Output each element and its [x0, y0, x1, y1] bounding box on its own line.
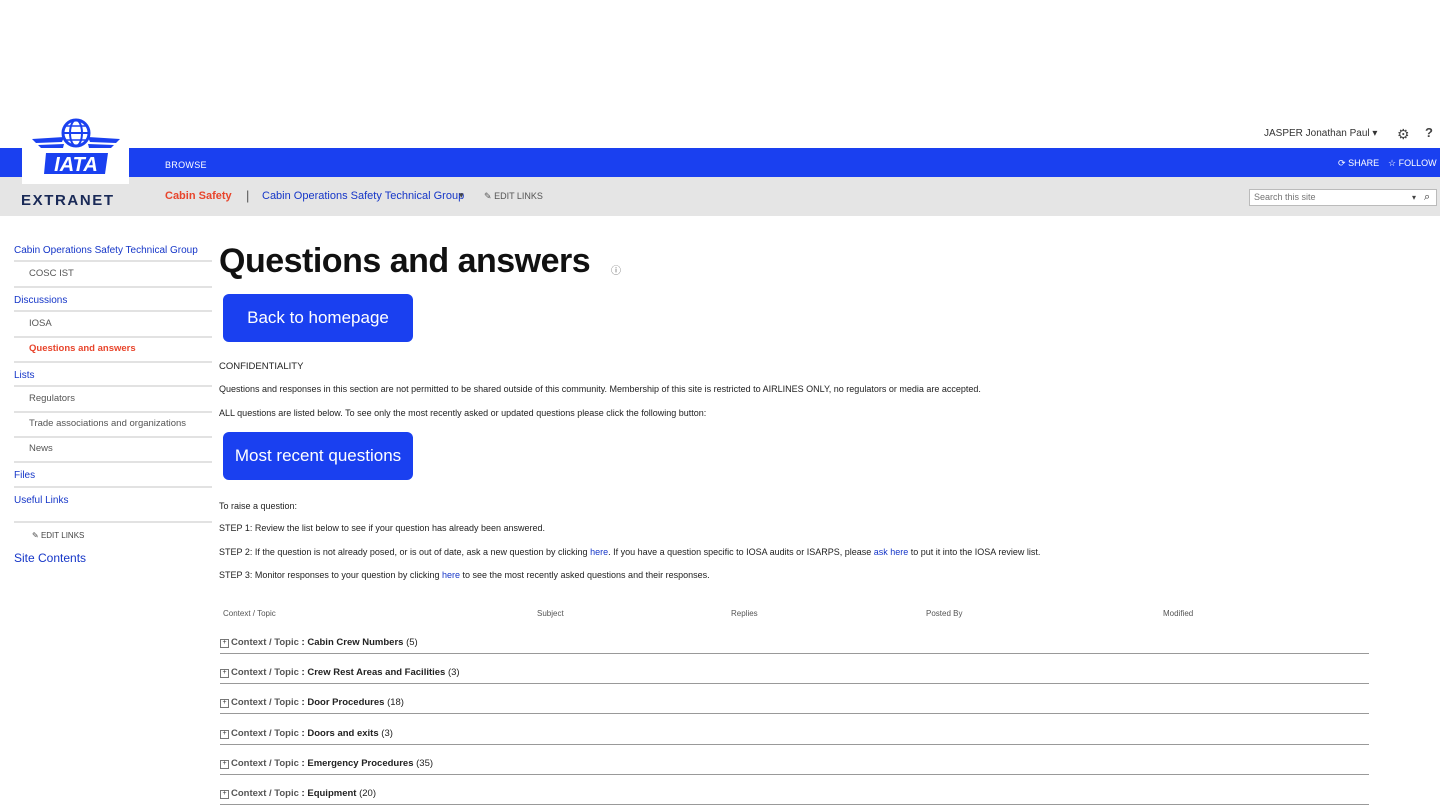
expand-icon[interactable]: +: [220, 699, 229, 708]
column-header-posted-by[interactable]: Posted By: [926, 609, 962, 618]
search-icon[interactable]: ⌕: [1424, 191, 1430, 204]
divider: [14, 486, 212, 488]
divider: [14, 361, 212, 363]
divider: [220, 804, 1369, 805]
ribbon-bar: [0, 148, 1440, 177]
raise-question-intro: To raise a question:: [219, 501, 298, 511]
list-group[interactable]: + Context / Topic : Cabin Crew Numbers (5…: [220, 632, 1369, 662]
iosa-ask-link[interactable]: ask here: [874, 547, 909, 557]
step3-text: STEP 3: Monitor responses to your questi…: [219, 570, 710, 580]
leftnav-edit-links[interactable]: ✎ EDIT LINKS: [32, 531, 84, 540]
list-group[interactable]: + Context / Topic : Doors and exits (3): [220, 723, 1369, 753]
leftnav-lists[interactable]: Lists: [14, 370, 35, 381]
column-header-replies[interactable]: Replies: [731, 609, 758, 618]
column-header-modified[interactable]: Modified: [1163, 609, 1193, 618]
most-recent-questions-button[interactable]: Most recent questions: [223, 432, 413, 480]
logo-subtitle: EXTRANET: [21, 192, 115, 209]
user-menu[interactable]: JASPER Jonathan Paul ▾: [1264, 128, 1377, 139]
divider: [14, 436, 212, 438]
divider: [14, 336, 212, 338]
list-group[interactable]: + Context / Topic : Emergency Procedures …: [220, 753, 1369, 783]
divider: [220, 713, 1369, 714]
site-contents-link[interactable]: Site Contents: [14, 551, 86, 565]
divider: [14, 310, 212, 312]
tab-browse[interactable]: BROWSE: [165, 160, 207, 170]
leftnav-files[interactable]: Files: [14, 470, 35, 481]
column-header-subject[interactable]: Subject: [537, 609, 564, 618]
share-button[interactable]: ⟳ SHARE: [1338, 158, 1379, 169]
list-group[interactable]: + Context / Topic : Crew Rest Areas and F…: [220, 662, 1369, 692]
follow-button[interactable]: ☆ FOLLOW: [1388, 158, 1437, 169]
list-group[interactable]: + Context / Topic : Door Procedures (18): [220, 692, 1369, 722]
pencil-icon: ✎: [484, 191, 492, 201]
star-icon: ☆: [1388, 158, 1397, 168]
leftnav-questions-and-answers[interactable]: Questions and answers: [29, 343, 136, 354]
nav-cabin-ops-group[interactable]: Cabin Operations Safety Technical Group: [262, 190, 464, 202]
info-icon[interactable]: ⓘ: [611, 262, 621, 277]
search-box: ▾ ⌕: [1249, 189, 1437, 206]
gear-icon[interactable]: ⚙: [1397, 126, 1410, 143]
all-questions-text: ALL questions are listed below. To see o…: [219, 408, 707, 418]
expand-icon[interactable]: +: [220, 790, 229, 799]
edit-links-button[interactable]: ✎ EDIT LINKS: [484, 191, 543, 202]
share-icon: ⟳: [1338, 158, 1346, 168]
leftnav-iosa[interactable]: IOSA: [29, 318, 52, 329]
step1-text: STEP 1: Review the list below to see if …: [219, 523, 546, 533]
ask-question-link[interactable]: here: [590, 547, 608, 557]
divider: [14, 461, 212, 463]
expand-icon[interactable]: +: [220, 669, 229, 678]
divider: [220, 683, 1369, 684]
leftnav-trade-associations[interactable]: Trade associations and organizations: [29, 418, 186, 429]
pencil-icon: ✎: [32, 531, 39, 540]
divider: [14, 385, 212, 387]
expand-icon[interactable]: +: [220, 760, 229, 769]
divider: [14, 411, 212, 413]
expand-icon[interactable]: +: [220, 639, 229, 648]
confidentiality-heading: CONFIDENTIALITY: [219, 361, 304, 372]
leftnav-cosc-ist[interactable]: COSC IST: [29, 268, 74, 279]
divider: [220, 744, 1369, 745]
step2-text: STEP 2: If the question is not already p…: [219, 547, 1041, 557]
page-title: Questions and answers: [219, 242, 591, 280]
divider: [220, 653, 1369, 654]
chevron-down-icon[interactable]: ▾: [459, 190, 464, 201]
divider: [14, 286, 212, 288]
help-icon[interactable]: ?: [1425, 125, 1433, 140]
nav-cabin-safety[interactable]: Cabin Safety: [165, 190, 232, 202]
column-header-context-topic[interactable]: Context / Topic: [223, 609, 276, 618]
divider: [14, 260, 212, 262]
divider: [220, 774, 1369, 775]
globe-wings-icon: IATA: [32, 118, 120, 176]
list-group[interactable]: + Context / Topic : Equipment (20): [220, 783, 1369, 809]
leftnav-useful-links[interactable]: Useful Links: [14, 495, 68, 506]
divider: [14, 521, 212, 523]
back-to-homepage-button[interactable]: Back to homepage: [223, 294, 413, 342]
suite-bar: JASPER Jonathan Paul ▾ ⚙ ?: [0, 0, 1440, 148]
nav-separator: |: [246, 188, 250, 203]
logo-emblem: IATA: [22, 113, 129, 184]
leftnav-news[interactable]: News: [29, 443, 53, 454]
recent-questions-link[interactable]: here: [442, 570, 460, 580]
leftnav-cabin-ops-group[interactable]: Cabin Operations Safety Technical Group: [14, 245, 198, 256]
search-scope-caret-icon[interactable]: ▾: [1412, 193, 1416, 202]
search-input[interactable]: [1254, 192, 1404, 202]
leftnav-discussions[interactable]: Discussions: [14, 295, 67, 306]
svg-text:IATA: IATA: [54, 154, 98, 176]
leftnav-regulators[interactable]: Regulators: [29, 393, 75, 404]
confidentiality-text: Questions and responses in this section …: [219, 384, 981, 394]
expand-icon[interactable]: +: [220, 730, 229, 739]
